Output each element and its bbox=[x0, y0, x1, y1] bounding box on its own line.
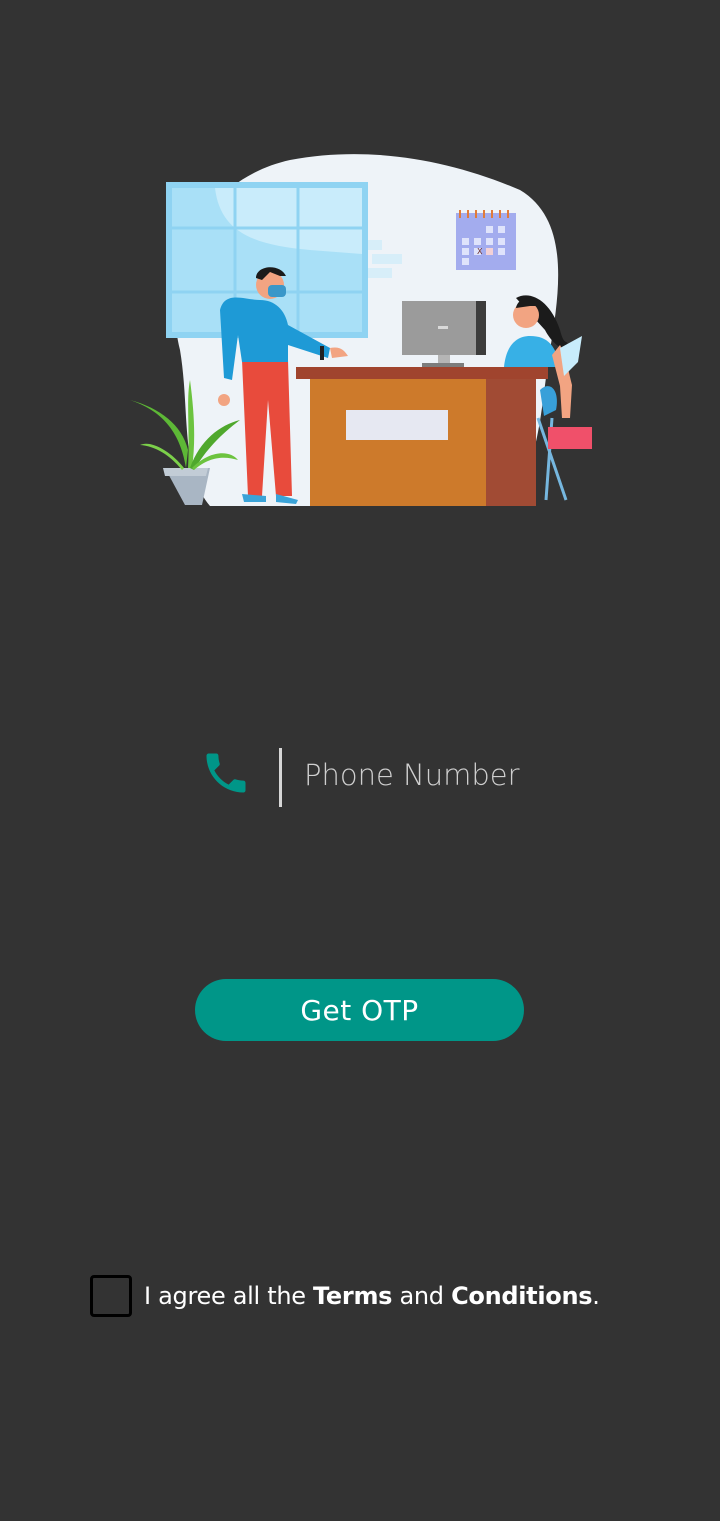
phone-icon bbox=[206, 753, 246, 793]
phone-number-field-row bbox=[200, 745, 540, 810]
terms-label: I agree all the Terms and Conditions. bbox=[144, 1282, 600, 1310]
phone-number-input[interactable] bbox=[304, 753, 534, 797]
terms-suffix: . bbox=[592, 1282, 600, 1310]
reception-desk bbox=[296, 367, 548, 506]
reception-illustration: X bbox=[130, 154, 592, 507]
get-otp-button[interactable]: Get OTP bbox=[195, 979, 524, 1041]
terms-link[interactable]: Terms bbox=[313, 1282, 392, 1310]
calendar-icon: X bbox=[456, 210, 516, 270]
conditions-link[interactable]: Conditions bbox=[451, 1282, 592, 1310]
terms-prefix: I agree all the bbox=[144, 1282, 314, 1310]
terms-checkbox[interactable] bbox=[90, 1275, 132, 1317]
terms-connector: and bbox=[392, 1282, 452, 1310]
calendar-mark: X bbox=[477, 247, 483, 256]
phone-field-divider bbox=[279, 748, 282, 807]
terms-agreement-row: I agree all the Terms and Conditions. bbox=[90, 1275, 600, 1317]
